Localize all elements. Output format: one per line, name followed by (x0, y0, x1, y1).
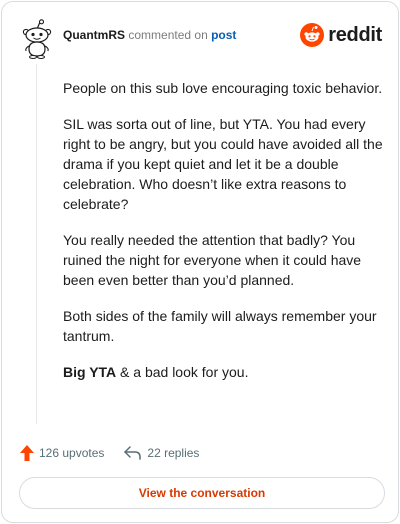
snoo-avatar-icon (22, 19, 52, 59)
author-name[interactable]: QuantmRS (63, 28, 125, 42)
comment-footer: 126 upvotes 22 replies (20, 443, 199, 463)
reddit-wordmark: reddit (328, 23, 382, 46)
comment-text: & a bad look for you. (116, 364, 249, 380)
reply-count[interactable]: 22 replies (124, 446, 199, 460)
comment-paragraph-last: Big YTA & a bad look for you. (63, 362, 383, 382)
reply-label: 22 replies (147, 446, 200, 460)
reply-arrow-icon (124, 446, 142, 460)
comment-header: QuantmRS commented on post reddit (2, 2, 398, 66)
comment-paragraph: SIL was sorta out of line, but YTA. You … (63, 116, 383, 212)
action-text: commented on (128, 28, 208, 42)
author-line: QuantmRS commented on post (63, 28, 236, 42)
comment-paragraph: Both sides of the family will always rem… (63, 308, 377, 344)
thread-line (36, 64, 37, 424)
upvote-label: 126 upvotes (39, 446, 105, 460)
post-link[interactable]: post (211, 28, 236, 42)
view-conversation-button[interactable]: View the conversation (19, 477, 385, 509)
comment-body: People on this sub love encouraging toxi… (63, 78, 383, 398)
comment-paragraph: People on this sub love encouraging toxi… (63, 80, 383, 96)
comment-strong-text: Big YTA (63, 364, 117, 380)
reddit-logo-icon (300, 23, 325, 47)
reddit-logo[interactable]: reddit (300, 22, 382, 48)
comment-paragraph: You really needed the attention that bad… (63, 232, 362, 288)
comment-embed-card: QuantmRS commented on post reddit People… (1, 1, 399, 523)
upvote-count[interactable]: 126 upvotes (20, 445, 104, 461)
upvote-arrow-icon (20, 445, 34, 461)
avatar[interactable] (21, 19, 53, 59)
